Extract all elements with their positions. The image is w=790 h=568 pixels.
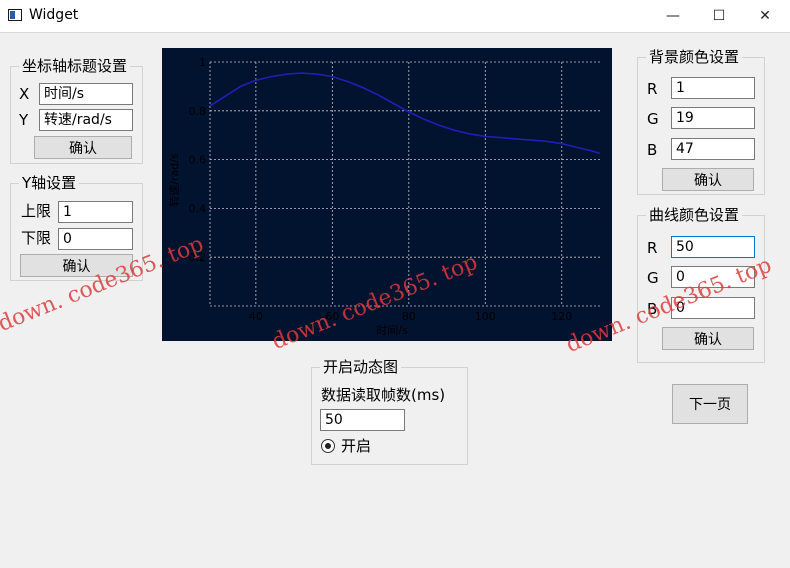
chart-x-tick-label: 80 xyxy=(402,310,416,323)
curve-g-label: G xyxy=(647,269,659,287)
bg-r-label: R xyxy=(647,80,658,98)
next-page-button[interactable]: 下一页 xyxy=(672,384,748,424)
lower-limit-label: 下限 xyxy=(21,229,52,247)
chart-x-tick-label: 120 xyxy=(551,310,572,323)
frame-interval-label: 数据读取帧数(ms) xyxy=(321,386,446,404)
bg-g-input[interactable]: 19 xyxy=(671,107,755,129)
bg-color-group-title: 背景颜色设置 xyxy=(646,48,743,66)
chart-y-tick-label: 0.6 xyxy=(189,154,207,167)
window-titlebar[interactable]: Widget — ☐ ✕ xyxy=(0,0,790,33)
enable-dynamic-radio[interactable] xyxy=(321,439,335,453)
lower-limit-input[interactable]: 0 xyxy=(58,228,133,250)
frame-interval-input[interactable]: 50 xyxy=(320,409,405,431)
chart-x-tick-label: 40 xyxy=(249,310,263,323)
upper-limit-label: 上限 xyxy=(21,202,52,220)
x-title-input[interactable]: 时间/s xyxy=(39,83,133,105)
close-button[interactable]: ✕ xyxy=(742,0,788,32)
maximize-button[interactable]: ☐ xyxy=(696,0,742,32)
axis-title-group-title: 坐标轴标题设置 xyxy=(19,57,131,75)
upper-limit-input[interactable]: 1 xyxy=(58,201,133,223)
enable-dynamic-label[interactable]: 开启 xyxy=(341,436,371,456)
bg-b-label: B xyxy=(647,141,658,159)
curve-color-group-title: 曲线颜色设置 xyxy=(646,206,743,224)
app-icon xyxy=(8,9,22,21)
x-label: X xyxy=(19,85,30,103)
minimize-button[interactable]: — xyxy=(650,0,696,32)
chart-y-tick-label: 1 xyxy=(199,56,206,69)
bg-g-label: G xyxy=(647,110,659,128)
y-axis-group-title: Y轴设置 xyxy=(19,174,80,192)
curve-r-input[interactable]: 50 xyxy=(671,236,755,258)
y-title-input[interactable]: 转速/rad/s xyxy=(39,109,133,131)
window-title: Widget xyxy=(29,7,79,23)
chart-x-axis-label: 时间/s xyxy=(376,324,408,337)
dynamic-chart-group-title: 开启动态图 xyxy=(320,358,402,376)
bg-color-confirm-button[interactable]: 确认 xyxy=(662,168,754,191)
axis-title-confirm-button[interactable]: 确认 xyxy=(34,136,132,159)
y-label: Y xyxy=(19,111,29,129)
chart-x-tick-label: 100 xyxy=(475,310,496,323)
chart-y-tick-label: 0.4 xyxy=(189,202,207,215)
chart-y-tick-label: 0.8 xyxy=(189,105,207,118)
bg-b-input[interactable]: 47 xyxy=(671,138,755,160)
curve-r-label: R xyxy=(647,239,658,257)
curve-color-confirm-button[interactable]: 确认 xyxy=(662,327,754,350)
chart-y-axis-label: 转速/rad/s xyxy=(167,153,181,207)
bg-r-input[interactable]: 1 xyxy=(671,77,755,99)
